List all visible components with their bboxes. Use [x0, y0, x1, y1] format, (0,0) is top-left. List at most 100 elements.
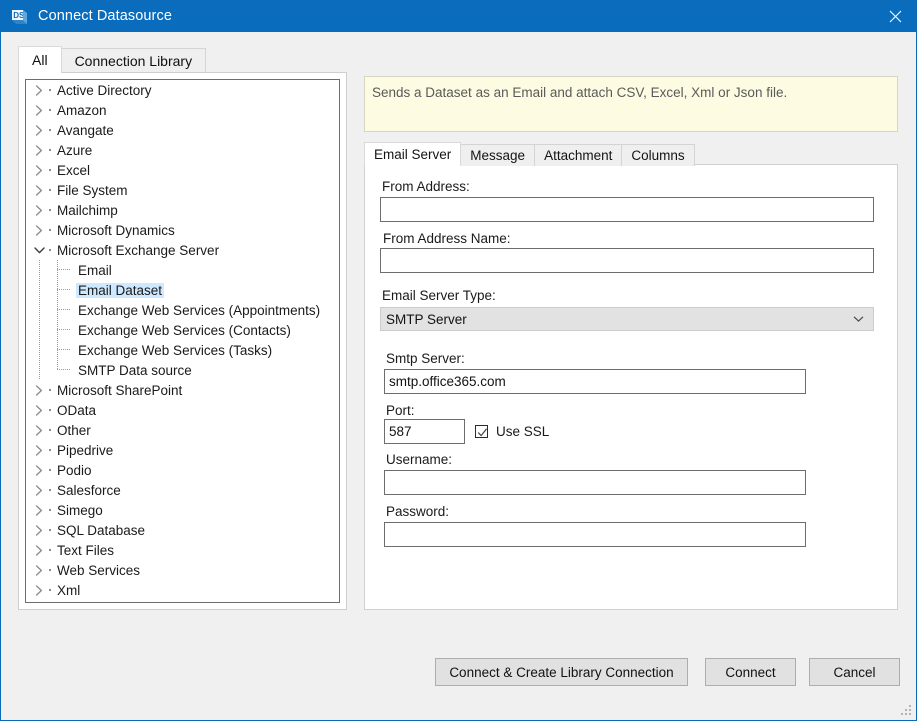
- tree-node-label: Podio: [57, 462, 92, 478]
- tree-node[interactable]: Exchange Web Services (Appointments): [26, 300, 339, 320]
- tree-node[interactable]: Podio: [26, 460, 339, 480]
- chevron-right-icon[interactable]: [31, 180, 48, 200]
- tree-node[interactable]: Text Files: [26, 540, 339, 560]
- chevron-right-icon[interactable]: [31, 520, 48, 540]
- tree-node-label: Email Dataset: [76, 282, 165, 298]
- chevron-right-icon[interactable]: [31, 440, 48, 460]
- tree-node-label: Excel: [57, 162, 91, 178]
- tree-node[interactable]: Active Directory: [26, 80, 339, 100]
- port-label: Port:: [386, 403, 415, 418]
- use-ssl-checkbox[interactable]: Use SSL: [475, 424, 549, 439]
- tree-connector: [31, 260, 48, 280]
- tree-connector: [48, 140, 55, 160]
- tree-node[interactable]: Exchange Web Services (Tasks): [26, 340, 339, 360]
- tree-node[interactable]: Exchange Web Services (Contacts): [26, 320, 339, 340]
- tree-node[interactable]: Pipedrive: [26, 440, 339, 460]
- chevron-right-icon[interactable]: [31, 400, 48, 420]
- tree-node[interactable]: SMTP Data source: [26, 360, 339, 380]
- tree-node-label: Mailchimp: [57, 202, 118, 218]
- tab-attachment-label: Attachment: [544, 148, 613, 163]
- chevron-right-icon[interactable]: [31, 380, 48, 400]
- tree-node-label: OData: [57, 402, 97, 418]
- tree-node[interactable]: Amazon: [26, 100, 339, 120]
- tree-node-label: Other: [57, 422, 91, 438]
- cancel-label: Cancel: [833, 664, 876, 680]
- from-address-name-input[interactable]: [380, 248, 874, 273]
- tree-node[interactable]: SQL Database: [26, 520, 339, 540]
- chevron-right-icon[interactable]: [31, 480, 48, 500]
- tab-message[interactable]: Message: [460, 144, 536, 166]
- tab-attachment[interactable]: Attachment: [534, 144, 623, 166]
- tree-node[interactable]: Other: [26, 420, 339, 440]
- tree-connector: [48, 440, 55, 460]
- chevron-right-icon[interactable]: [31, 120, 48, 140]
- tab-connection-library[interactable]: Connection Library: [60, 48, 207, 73]
- tree-connector: [48, 180, 55, 200]
- chevron-down-icon[interactable]: [31, 240, 48, 260]
- tree-node[interactable]: Microsoft SharePoint: [26, 380, 339, 400]
- chevron-right-icon[interactable]: [31, 220, 48, 240]
- tree-node[interactable]: Excel: [26, 160, 339, 180]
- connect-create-library-connection-label: Connect & Create Library Connection: [449, 664, 674, 680]
- from-address-label: From Address:: [382, 179, 470, 194]
- chevron-right-icon[interactable]: [31, 420, 48, 440]
- tab-all-label: All: [32, 52, 48, 68]
- checkmark-icon: [475, 425, 488, 438]
- chevron-right-icon[interactable]: [31, 540, 48, 560]
- chevron-right-icon[interactable]: [31, 140, 48, 160]
- tree-node[interactable]: Salesforce: [26, 480, 339, 500]
- chevron-right-icon[interactable]: [31, 560, 48, 580]
- close-icon[interactable]: [872, 1, 916, 31]
- email-server-type-value: SMTP Server: [386, 311, 467, 327]
- chevron-right-icon[interactable]: [31, 460, 48, 480]
- tree-node[interactable]: Simego: [26, 500, 339, 520]
- chevron-right-icon[interactable]: [31, 100, 48, 120]
- tree-node-label: Xml: [57, 582, 81, 598]
- tab-email-server[interactable]: Email Server: [364, 142, 462, 166]
- email-server-tabpage: From Address: From Address Name: Email S…: [364, 164, 898, 610]
- tree-node-label: Azure: [57, 142, 93, 158]
- tree-node-label: SMTP Data source: [78, 362, 192, 378]
- tree-node-label: Microsoft Exchange Server: [57, 242, 220, 258]
- chevron-right-icon[interactable]: [31, 80, 48, 100]
- tree-node[interactable]: Mailchimp: [26, 200, 339, 220]
- tree-node[interactable]: Xml: [26, 580, 339, 600]
- tree-connector: [31, 360, 48, 380]
- datasource-tree[interactable]: Active Directory Amazon Avangate Azure Excel…: [25, 79, 340, 603]
- tree-node-label: Exchange Web Services (Contacts): [78, 322, 291, 338]
- cancel-button[interactable]: Cancel: [809, 658, 900, 686]
- tree-connector: [48, 520, 55, 540]
- tree-node[interactable]: File System: [26, 180, 339, 200]
- connect-create-library-connection-button[interactable]: Connect & Create Library Connection: [435, 658, 688, 686]
- tree-node-label: Text Files: [57, 542, 115, 558]
- smtp-server-input[interactable]: smtp.office365.com: [384, 369, 806, 394]
- connect-button[interactable]: Connect: [705, 658, 796, 686]
- chevron-right-icon[interactable]: [31, 160, 48, 180]
- datasource-tree-panel: Active Directory Amazon Avangate Azure Excel…: [18, 72, 347, 610]
- tree-node-label: Email: [78, 262, 112, 278]
- tree-connector: [48, 280, 76, 300]
- tree-node[interactable]: Microsoft Exchange Server: [26, 240, 339, 260]
- tree-node[interactable]: Microsoft Dynamics: [26, 220, 339, 240]
- chevron-right-icon[interactable]: [31, 580, 48, 600]
- chevron-right-icon[interactable]: [31, 200, 48, 220]
- tree-node[interactable]: Email Dataset: [26, 280, 339, 300]
- tree-connector: [48, 120, 55, 140]
- chevron-right-icon[interactable]: [31, 500, 48, 520]
- tree-node[interactable]: Email: [26, 260, 339, 280]
- from-address-input[interactable]: [380, 197, 874, 222]
- tree-node[interactable]: Web Services: [26, 560, 339, 580]
- port-input[interactable]: 587: [384, 419, 465, 444]
- tab-message-label: Message: [470, 148, 526, 163]
- tree-node-label: Microsoft Dynamics: [57, 222, 175, 238]
- tab-all[interactable]: All: [18, 46, 62, 73]
- username-input[interactable]: [384, 470, 806, 495]
- tree-node-label: Active Directory: [57, 82, 152, 98]
- tab-columns[interactable]: Columns: [621, 144, 695, 166]
- tree-node[interactable]: Avangate: [26, 120, 339, 140]
- tree-node[interactable]: Azure: [26, 140, 339, 160]
- tree-node[interactable]: OData: [26, 400, 339, 420]
- email-server-type-select[interactable]: SMTP Server: [380, 307, 874, 331]
- password-input[interactable]: [384, 522, 806, 547]
- resize-grip[interactable]: [901, 705, 913, 717]
